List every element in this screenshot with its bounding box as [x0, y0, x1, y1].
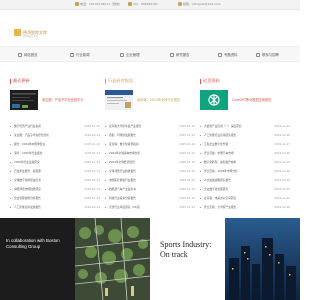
list-item[interactable]: 光伏行业年度研究（26页） 2025-01-14	[105, 205, 195, 211]
list-item[interactable]: 人工智能行业应用研究报告 2024-12-18	[200, 133, 290, 139]
list-item[interactable]: 罗兰贝格：2025年市场分析 2024-12-16	[200, 169, 290, 175]
title-bar-icon	[10, 78, 11, 84]
list-item[interactable]: 2024年全球经济展望 2025-01-14	[105, 160, 195, 166]
main-nav: 网站首页 行业新闻 企业管理 研究报告 专题资料 联系与招聘	[0, 46, 300, 62]
list-item[interactable]: 罗兰贝格：中国汽车市场 2024-12-16	[200, 151, 290, 157]
chatgpt-logo-image	[200, 90, 228, 110]
nav-topics[interactable]: 专题资料	[218, 52, 238, 57]
list-item[interactable]: 2024年全球资本市场分析 2025-01-14	[105, 151, 195, 157]
list-item[interactable]: 人工智能应用发展报告 2025-01-14	[10, 205, 100, 211]
list-item[interactable]: 清华：2025年行业报告 2025-01-14	[10, 151, 100, 157]
list-item[interactable]: 人才发展战略研究报告 2024-12-16	[200, 178, 290, 184]
nav-reports[interactable]: 研究报告	[170, 52, 190, 57]
banner-city-image[interactable]	[225, 218, 300, 300]
banner-bcg[interactable]: In collaboration with Boston Consulting …	[0, 218, 75, 300]
list-item[interactable]: 家主图：产品子华在经营分析 2025-01-14	[10, 133, 100, 139]
document-preview-image	[10, 90, 38, 110]
document-preview-image	[105, 90, 133, 110]
list-item[interactable]: 科技行业投资分析报告 2025-01-14	[105, 196, 195, 202]
featured-thumbnail[interactable]	[105, 90, 133, 110]
featured-thumbnail[interactable]	[200, 90, 228, 110]
nav-news[interactable]: 行业新闻	[70, 52, 90, 57]
list-item[interactable]: 新能源汽车产业白皮书 2025-01-14	[105, 187, 195, 193]
featured-thumbnail[interactable]	[10, 90, 38, 110]
list-item[interactable]: 麦肯锡：数字化转型指南 2025-01-14	[105, 142, 195, 148]
column-title: 行业研究报告	[105, 78, 133, 84]
nav-management[interactable]: 企业管理	[120, 52, 140, 57]
qq-contact: QQ：968869181	[128, 2, 158, 6]
list-item[interactable]: 全球数字化转型白皮书 2025-01-14	[10, 178, 100, 184]
site-header: 德鸿智库文库 德鸿智库文库	[0, 10, 300, 46]
title-bar-icon	[105, 78, 106, 84]
nav-home[interactable]: 网站首页	[18, 52, 38, 57]
banner-sports-text: Sports Industry: On track	[160, 240, 212, 259]
list-item[interactable]: 大模型产业应用（一）深度研究 2024-12-19	[200, 124, 290, 130]
list-item[interactable]: 中国医疗健康行业报告 2025-01-14	[105, 178, 195, 184]
list-item[interactable]: 工程企业数字化升级 2024-12-17	[200, 142, 290, 148]
list-item[interactable]: 数字经济产业行业投资 2025-01-15	[10, 124, 100, 130]
featured-item[interactable]: 麦肯锡：2024年全球行业报告	[105, 90, 195, 110]
title-bar-icon	[200, 78, 201, 84]
featured-item[interactable]: ChatGPT等大模型应用报告	[200, 90, 290, 110]
home-icon	[18, 53, 22, 57]
list-item[interactable]: 数字化转型：如何提升效率 2024-12-16	[200, 160, 290, 166]
banner-strip: In collaboration with Boston Consulting …	[0, 217, 300, 300]
column-title: 最近更新	[10, 78, 30, 84]
list-item[interactable]: 罗兰贝格：大湾区产业报告 2024-12-16	[200, 205, 290, 211]
logo-mark-icon	[14, 29, 21, 36]
news-icon	[70, 53, 74, 57]
list-item[interactable]: 2025年行业发展研究 2025-01-14	[10, 160, 100, 166]
briefcase-icon	[120, 53, 124, 57]
list-item[interactable]: 报告：2024年中国零售业 2025-01-14	[10, 142, 100, 148]
list-item[interactable]: 企业数字化管理研究 2024-12-16	[200, 187, 290, 193]
featured-item[interactable]: 家主图：产品子华在经营中分	[10, 90, 100, 110]
column-title: 近页资料	[200, 78, 220, 84]
list-item[interactable]: 全球消费行业趋势报告 2025-01-14	[105, 169, 195, 175]
building-photo-image	[74, 217, 151, 300]
phone-contact: 电话：18131118011（微信）	[75, 2, 122, 6]
site-logo[interactable]: 德鸿智库文库 德鸿智库文库	[14, 29, 47, 38]
email-contact[interactable]: 邮箱：jdhrgnet@163.com	[178, 2, 221, 6]
qq-icon	[128, 2, 132, 6]
banner-building-image[interactable]	[74, 217, 151, 300]
list-item[interactable]: 麦肯锡：未来办公空间研究 2024-12-16	[200, 196, 290, 202]
email-icon	[178, 2, 182, 6]
folder-icon	[218, 53, 222, 57]
nav-contact[interactable]: 联系与招聘	[256, 52, 279, 57]
list-item[interactable]: 中国消费市场趋势研究 2025-01-14	[10, 187, 100, 193]
list-item[interactable]: 德勤：可持续发展报告 2025-01-14	[105, 133, 195, 139]
list-item[interactable]: 企业管理案例分析报告 2025-01-14	[10, 196, 100, 202]
phone-icon	[75, 2, 79, 6]
contact-icon	[256, 53, 260, 57]
top-contact-bar: 电话：18131118011（微信） QQ：968869181 邮箱：jdhrg…	[0, 0, 300, 10]
report-icon	[170, 53, 174, 57]
list-item[interactable]: 行业年度报告：新能源 2025-01-14	[10, 169, 100, 175]
list-item[interactable]: 麦肯锡大湾区年度产业报告 2025-01-14	[105, 124, 195, 130]
banner-sports-industry[interactable]: Sports Industry: On track	[150, 218, 225, 300]
city-skyline-image	[225, 218, 300, 300]
